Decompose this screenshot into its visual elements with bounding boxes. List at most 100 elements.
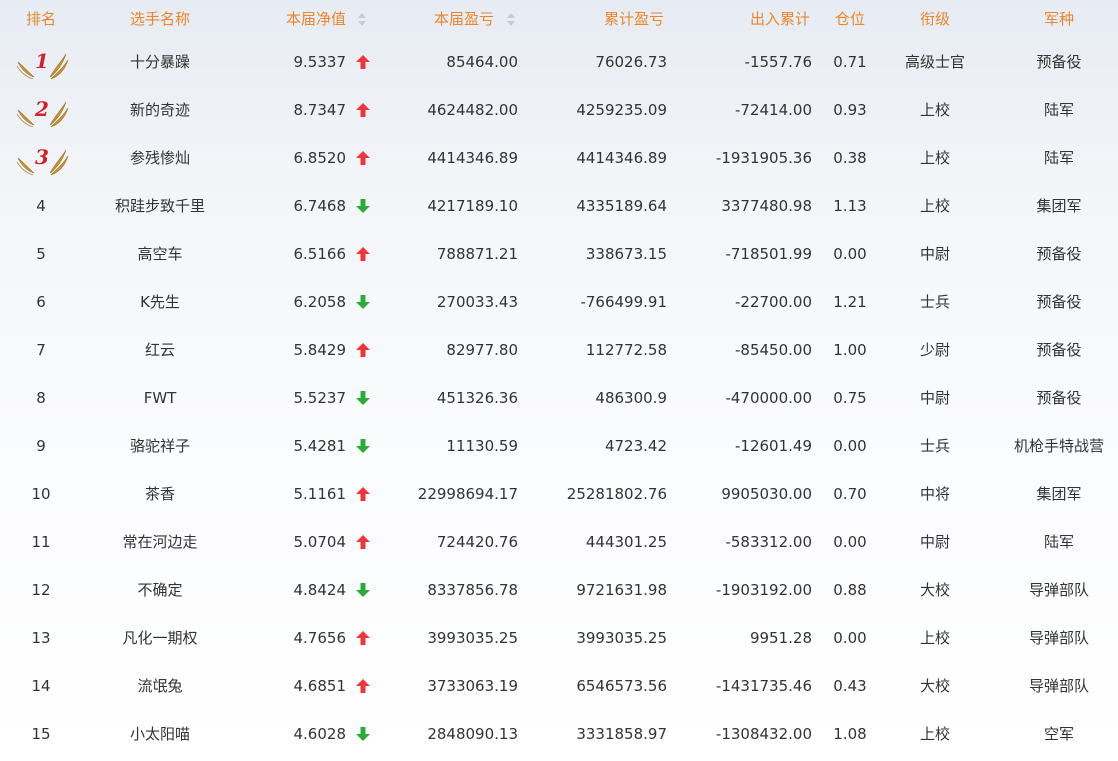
position-value: 0.00 (833, 437, 867, 455)
table-row[interactable]: 5 高空车 6.5166 788871.21 338673.15 -718501.99 0.… (0, 230, 1118, 278)
trend-up-icon (356, 535, 370, 549)
flow-value: -72414.00 (735, 101, 812, 119)
flow-value: -470000.00 (725, 389, 812, 407)
trend-down-icon (356, 295, 370, 309)
position-value: 1.13 (833, 197, 867, 215)
table-row[interactable]: 6 K先生 6.2058 270033.43 -766499.91 -22700.00 1.… (0, 278, 1118, 326)
title-value: 士兵 (919, 437, 950, 455)
position-value: 0.93 (833, 101, 867, 119)
nav-value: 4.8424 (293, 581, 347, 599)
table-row[interactable]: 14 流氓兔 4.6851 3733063.19 6546573.56 -1431735.… (0, 662, 1118, 710)
title-value: 大校 (919, 677, 950, 695)
trend-down-icon (356, 439, 370, 453)
rank-number: 13 (31, 629, 51, 647)
header-nav[interactable]: 本届净值 (220, 0, 346, 38)
player-name[interactable]: K先生 (90, 278, 230, 326)
player-name[interactable]: 小太阳喵 (90, 710, 230, 758)
player-name[interactable]: 常在河边走 (90, 518, 230, 566)
profit-value: 4217189.10 (427, 197, 518, 215)
player-name[interactable]: 高空车 (90, 230, 230, 278)
trend-up-icon (356, 343, 370, 357)
flow-value: 3377480.98 (721, 197, 812, 215)
trend-up-icon (356, 631, 370, 645)
position-value: 0.43 (833, 677, 867, 695)
rank-number: 9 (36, 437, 46, 455)
table-row[interactable]: 11 常在河边走 5.0704 724420.76 444301.25 -583312.0… (0, 518, 1118, 566)
flow-value: -1903192.00 (715, 581, 812, 599)
nav-value: 8.7347 (293, 101, 347, 119)
position-value: 0.88 (833, 581, 867, 599)
nav-value: 6.5166 (293, 245, 347, 263)
player-name[interactable]: 红云 (90, 326, 230, 374)
position-value: 0.00 (833, 533, 867, 551)
nav-value: 5.0704 (293, 533, 347, 551)
title-value: 上校 (919, 629, 950, 647)
sort-nav-icon[interactable] (358, 13, 366, 27)
player-name[interactable]: 参残惨灿 (90, 134, 230, 182)
trend-up-icon (356, 487, 370, 501)
table-row[interactable]: 3 参残惨灿 6.8520 4414346.89 4414346.89 -1931905.… (0, 134, 1118, 182)
branch-value: 集团军 (1036, 485, 1082, 503)
table-row[interactable]: 10 茶香 5.1161 22998694.17 25281802.76 9905030.… (0, 470, 1118, 518)
ranking-board: 排名 选手名称 本届净值 本届盈亏 累计盈亏 出入累计 仓位 衔级 军种 1 十分… (0, 0, 1118, 761)
player-name[interactable]: 流氓兔 (90, 662, 230, 710)
trend-down-icon (356, 727, 370, 741)
total-profit-value: 338673.15 (585, 245, 667, 263)
player-name[interactable]: 不确定 (90, 566, 230, 614)
total-profit-value: 3331858.97 (576, 725, 667, 743)
sort-profit-icon[interactable] (507, 13, 515, 27)
rank-number: 6 (36, 293, 46, 311)
player-name[interactable]: FWT (90, 374, 230, 422)
player-name[interactable]: 新的奇迹 (90, 86, 230, 134)
nav-value: 5.8429 (293, 341, 347, 359)
total-profit-value: 3993035.25 (576, 629, 667, 647)
rank-number: 3 (35, 146, 49, 169)
profit-value: 85464.00 (446, 53, 518, 71)
rank-number: 15 (31, 725, 51, 743)
header-profit[interactable]: 本届盈亏 (380, 0, 494, 38)
table-row[interactable]: 8 FWT 5.5237 451326.36 486300.9 -470000.00 0.7… (0, 374, 1118, 422)
table-row[interactable]: 13 凡化一期权 4.7656 3993035.25 3993035.25 9951.28… (0, 614, 1118, 662)
total-profit-value: 444301.25 (585, 533, 667, 551)
profit-value: 2848090.13 (427, 725, 518, 743)
table-row[interactable]: 9 骆驼祥子 5.4281 11130.59 4723.42 -12601.49 0.00 士… (0, 422, 1118, 470)
profit-value: 8337856.78 (427, 581, 518, 599)
nav-value: 5.1161 (293, 485, 347, 503)
total-profit-value: 76026.73 (595, 53, 667, 71)
position-value: 1.00 (833, 341, 867, 359)
table-row[interactable]: 4 积跬步致千里 6.7468 4217189.10 4335189.64 3377480… (0, 182, 1118, 230)
table-row[interactable]: 15 小太阳喵 4.6028 2848090.13 3331858.97 -1308432… (0, 710, 1118, 758)
profit-value: 724420.76 (436, 533, 518, 551)
position-value: 0.70 (833, 485, 867, 503)
player-name[interactable]: 骆驼祥子 (90, 422, 230, 470)
table-row[interactable]: 2 新的奇迹 8.7347 4624482.00 4259235.09 -72414.00… (0, 86, 1118, 134)
position-value: 0.00 (833, 245, 867, 263)
total-profit-value: 112772.58 (585, 341, 667, 359)
table-row[interactable]: 7 红云 5.8429 82977.80 112772.58 -85450.00 1.00 少… (0, 326, 1118, 374)
flow-value: -1557.76 (744, 53, 812, 71)
header-title: 衔级 (919, 10, 950, 28)
player-name[interactable]: 凡化一期权 (90, 614, 230, 662)
rank-medal-icon: 1 (16, 50, 69, 80)
header-rank: 排名 (25, 10, 56, 28)
trend-up-icon (356, 151, 370, 165)
rank-medal-icon: 3 (16, 146, 69, 176)
total-profit-value: 9721631.98 (576, 581, 667, 599)
profit-value: 3733063.19 (427, 677, 518, 695)
flow-value: 9951.28 (749, 629, 812, 647)
nav-value: 5.5237 (293, 389, 347, 407)
title-value: 大校 (919, 581, 950, 599)
nav-value: 4.6028 (293, 725, 347, 743)
table-row[interactable]: 1 十分暴躁 9.5337 85464.00 76026.73 -1557.76 0.71 高… (0, 38, 1118, 86)
total-profit-value: 4414346.89 (576, 149, 667, 167)
table-row[interactable]: 12 不确定 4.8424 8337856.78 9721631.98 -1903192.… (0, 566, 1118, 614)
player-name[interactable]: 茶香 (90, 470, 230, 518)
nav-value: 6.2058 (293, 293, 347, 311)
player-name[interactable]: 十分暴躁 (90, 38, 230, 86)
flow-value: -1308432.00 (715, 725, 812, 743)
profit-value: 4414346.89 (427, 149, 518, 167)
branch-value: 预备役 (1036, 389, 1082, 407)
rank-number: 8 (36, 389, 46, 407)
table-header: 排名 选手名称 本届净值 本届盈亏 累计盈亏 出入累计 仓位 衔级 军种 (0, 0, 1118, 38)
player-name[interactable]: 积跬步致千里 (90, 182, 230, 230)
